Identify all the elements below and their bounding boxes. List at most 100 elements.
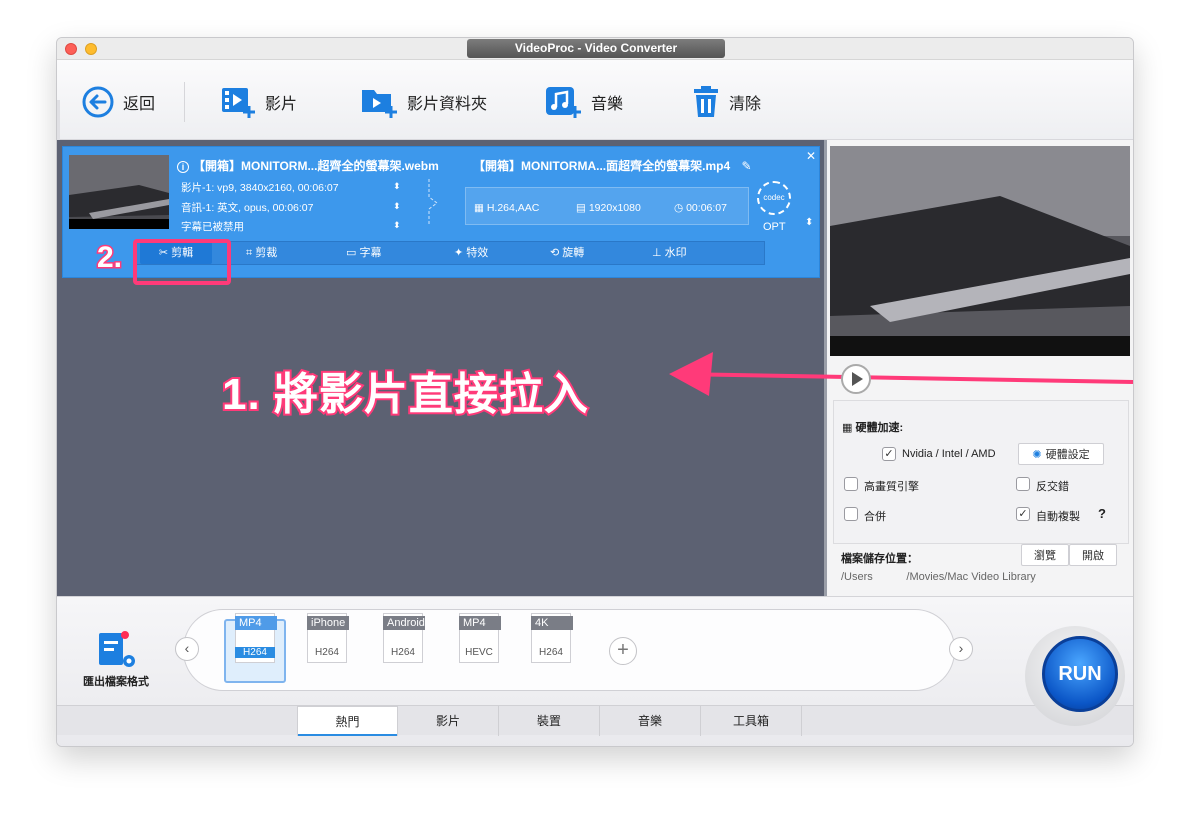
effects-label: 特效 xyxy=(466,247,489,259)
tab-device[interactable]: 裝置 xyxy=(499,706,600,736)
format-item-mp4-hevc[interactable]: MP4 HEVC xyxy=(453,613,505,665)
add-video-button[interactable]: 影片 xyxy=(219,84,297,120)
step1-annotation: 1. 將影片直接拉入 xyxy=(220,368,590,421)
play-button[interactable] xyxy=(841,364,871,394)
save-path: /Users /Movies/Mac Video Library xyxy=(841,571,1036,583)
codec-opt-label: OPT xyxy=(763,221,786,233)
format-sub: HEVC xyxy=(465,647,493,658)
format-item-mp4-h264[interactable]: MP4 H264 xyxy=(229,613,281,665)
edit-tab-watermark[interactable]: ⊥ 水印 xyxy=(652,242,687,264)
film-icon: ▦ xyxy=(474,202,484,214)
edit-tab-subtitle[interactable]: ▭ 字幕 xyxy=(346,242,381,264)
help-icon[interactable]: ? xyxy=(1098,506,1106,521)
crop-label: 剪裁 xyxy=(255,247,278,259)
hw-settings-button[interactable]: ✺ 硬體設定 xyxy=(1018,443,1104,465)
format-name: 4K xyxy=(531,616,573,630)
nvidia-checkbox[interactable]: ✓ xyxy=(882,447,896,461)
title-bar: VideoProc - Video Converter xyxy=(57,38,1133,60)
magic-wand-icon: ✦ xyxy=(454,247,464,259)
preview-laptop-image xyxy=(830,146,1130,356)
audio-track-stepper-icon[interactable]: ⬍ xyxy=(393,201,401,212)
video-track-info[interactable]: 影片-1: vp9, 3840x2160, 00:06:07 xyxy=(181,180,339,195)
toolbar-edge xyxy=(57,100,60,140)
rotate-label: 旋轉 xyxy=(562,247,585,259)
add-music-button[interactable]: 音樂 xyxy=(543,84,623,120)
add-music-icon xyxy=(546,87,581,118)
deinterlace-checkbox[interactable] xyxy=(1016,477,1030,491)
high-quality-checkbox[interactable] xyxy=(844,477,858,491)
add-folder-label: 影片資料夾 xyxy=(407,96,488,113)
resolution-icon: ▤ xyxy=(576,202,586,214)
edit-tab-crop[interactable]: ⌗ 剪裁 xyxy=(246,242,277,264)
target-file-name: 【開箱】MONITORMA...面超齊全的螢幕架.mp4 ✎ xyxy=(473,157,752,174)
window-title: VideoProc - Video Converter xyxy=(467,39,725,58)
nvidia-label: Nvidia / Intel / AMD xyxy=(902,448,996,460)
add-video-icon xyxy=(222,88,255,118)
toolbar-separator xyxy=(184,82,185,122)
edit-tab-effects[interactable]: ✦ 特效 xyxy=(454,242,488,264)
format-item-4k[interactable]: 4K H264 xyxy=(525,613,577,665)
edit-tab-rotate[interactable]: ⟲ 旋轉 xyxy=(550,242,584,264)
hw-accel-text: 硬體加速: xyxy=(855,422,904,434)
tab-video[interactable]: 影片 xyxy=(398,706,499,736)
gear-icon: ✺ xyxy=(1032,448,1042,461)
target-info-box: ▦ H.264,AAC ▤ 1920x1080 ◷ 00:06:07 xyxy=(465,187,749,225)
minimize-window-button[interactable] xyxy=(85,43,97,55)
audio-track-info[interactable]: 音訊-1: 英文, opus, 00:06:07 xyxy=(181,200,313,215)
format-next-button[interactable]: › xyxy=(949,637,973,661)
chip-icon: ▦ xyxy=(842,422,853,434)
format-prev-button[interactable]: ‹ xyxy=(175,637,199,661)
cut-highlight-annotation xyxy=(133,239,231,285)
browse-button[interactable]: 瀏覽 xyxy=(1021,544,1069,566)
source-name-text: 【開箱】MONITORM...超齊全的螢幕架.webm xyxy=(193,159,439,173)
codec-options-icon[interactable]: codec xyxy=(757,181,791,215)
toolbar: 返回 影片 影片資料夾 音樂 清除 xyxy=(57,60,1133,140)
tab-music[interactable]: 音樂 xyxy=(600,706,701,736)
auto-copy-checkbox[interactable]: ✓ xyxy=(1016,507,1030,521)
subtitle-label: 字幕 xyxy=(359,247,382,259)
target-name-text: 【開箱】MONITORMA...面超齊全的螢幕架.mp4 xyxy=(473,159,731,173)
add-folder-button[interactable]: 影片資料夾 xyxy=(359,84,487,120)
format-item-iphone[interactable]: iPhone H264 xyxy=(301,613,353,665)
step2-annotation: 2. xyxy=(95,240,123,276)
stamp-icon: ⊥ xyxy=(652,247,662,259)
clear-button[interactable]: 清除 xyxy=(691,84,761,120)
subtitle-track-stepper-icon[interactable]: ⬍ xyxy=(393,220,401,231)
high-quality-label: 高畫質引擎 xyxy=(864,481,919,493)
format-name: MP4 xyxy=(459,616,501,630)
merge-label: 合併 xyxy=(864,511,886,523)
subtitle-track-info[interactable]: 字幕已被禁用 xyxy=(181,219,244,234)
task-item[interactable]: i 【開箱】MONITORM...超齊全的螢幕架.webm 影片-1: vp9, … xyxy=(62,146,820,285)
format-name: iPhone xyxy=(307,616,349,630)
video-preview[interactable] xyxy=(830,146,1130,356)
open-folder-button[interactable]: 開啟 xyxy=(1069,544,1117,566)
app-window: VideoProc - Video Converter 返回 影片 影片資料夾 … xyxy=(56,37,1134,747)
format-category-tabs: 熱門 影片 裝置 音樂 工具箱 xyxy=(57,705,1133,736)
conversion-arrow-icon xyxy=(428,179,438,225)
back-button[interactable]: 返回 xyxy=(81,84,155,120)
tab-popular[interactable]: 熱門 xyxy=(297,706,398,736)
tab-toolbox[interactable]: 工具箱 xyxy=(701,706,802,736)
add-format-button[interactable]: + xyxy=(609,637,637,665)
deinterlace-label: 反交錯 xyxy=(1036,481,1069,493)
target-duration: ◷ 00:06:07 xyxy=(674,202,727,214)
resolution-text: 1920x1080 xyxy=(588,202,641,214)
watermark-label: 水印 xyxy=(664,247,687,259)
clear-label: 清除 xyxy=(729,96,762,113)
format-name: MP4 xyxy=(235,616,277,630)
video-track-stepper-icon[interactable]: ⬍ xyxy=(393,181,401,192)
format-sub: H264 xyxy=(315,647,339,658)
back-arrow-icon xyxy=(82,86,114,118)
run-button[interactable]: RUN xyxy=(1042,636,1118,712)
merge-checkbox[interactable] xyxy=(844,507,858,521)
format-item-android[interactable]: Android H264 xyxy=(377,613,429,665)
add-music-label: 音樂 xyxy=(591,96,624,113)
info-icon[interactable]: i xyxy=(177,161,189,173)
rename-pencil-icon[interactable]: ✎ xyxy=(741,159,751,173)
video-thumbnail[interactable] xyxy=(69,155,169,229)
export-format-button[interactable]: 匯出檔案格式 xyxy=(77,627,167,691)
close-window-button[interactable] xyxy=(65,43,77,55)
remove-task-icon[interactable]: ✕ xyxy=(806,149,816,163)
reorder-stepper-icon[interactable]: ⬍ xyxy=(805,217,813,228)
save-location-label: 檔案儲存位置： xyxy=(841,553,918,565)
